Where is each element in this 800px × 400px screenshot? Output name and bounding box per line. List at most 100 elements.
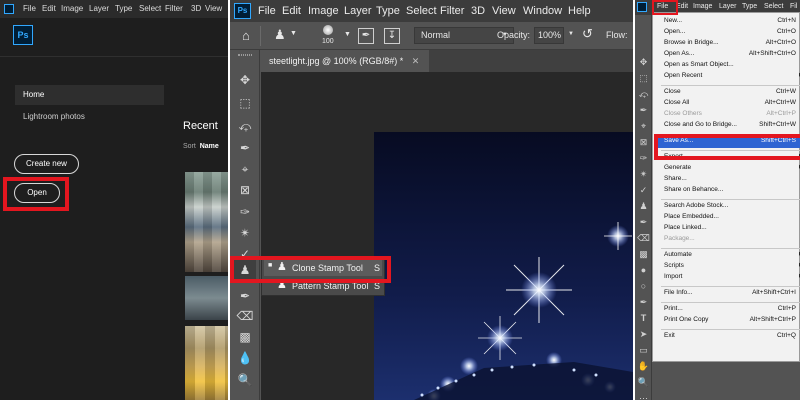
hand-tool-icon[interactable]: ✋ — [637, 361, 650, 372]
sort-value[interactable]: Name — [200, 143, 219, 150]
file-menu-item-scripts[interactable]: Scripts — [664, 262, 800, 273]
marquee-tool-icon[interactable]: ⬚ — [637, 73, 650, 84]
menu-select[interactable]: Select — [764, 3, 783, 10]
crop-tool-icon[interactable]: ⌖ — [637, 121, 650, 132]
menu-filter[interactable]: Fil — [790, 3, 797, 10]
dodge-tool-icon[interactable]: 🔍 — [236, 372, 254, 388]
menu-type[interactable]: Type — [376, 5, 400, 17]
file-menu-item-browse-in-bridge[interactable]: Browse in Bridge... Alt+Ctrl+O — [664, 39, 796, 50]
history-brush-tool-icon[interactable]: ✒ — [236, 288, 254, 304]
file-menu-item-new[interactable]: New... Ctrl+N — [664, 17, 796, 28]
eyedropper-tool-icon[interactable]: ✑ — [236, 204, 254, 220]
more-tools-icon[interactable]: ⋯ — [637, 393, 650, 400]
frame-tool-icon[interactable]: ⊠ — [236, 182, 254, 198]
file-menu-item-exit[interactable]: Exit Ctrl+Q — [664, 332, 796, 343]
menu-help[interactable]: Help — [568, 5, 591, 17]
file-menu-item-open-as-smart-object[interactable]: Open as Smart Object... — [664, 61, 796, 72]
menu-filter[interactable]: Filter — [165, 4, 183, 13]
sort-control[interactable]: Sort Name — [183, 143, 219, 150]
menu-select[interactable]: Select — [139, 4, 161, 13]
type-tool-icon[interactable]: T — [637, 313, 650, 324]
spot-healing-tool-icon[interactable]: ✴ — [236, 225, 254, 241]
brush-tool-icon[interactable]: ✓ — [637, 185, 650, 196]
file-menu-item-close-and-go-to-bridge[interactable]: Close and Go to Bridge... Shift+Ctrl+W — [664, 121, 796, 132]
file-menu-item-open[interactable]: Open... Ctrl+O — [664, 28, 796, 39]
file-menu-item-place-linked[interactable]: Place Linked... — [664, 224, 796, 235]
eraser-tool-icon[interactable]: ⌫ — [637, 233, 650, 244]
lasso-tool-icon[interactable]: ⤽ — [236, 118, 254, 134]
menu-layer[interactable]: Layer — [344, 5, 372, 17]
marquee-tool-icon[interactable]: ⬚ — [236, 95, 254, 111]
close-icon[interactable]: ✕ — [412, 56, 420, 66]
dodge-tool-icon[interactable]: ○ — [637, 281, 650, 292]
document-tab[interactable]: steetlight.jpg @ 100% (RGB/8#) * ✕ — [261, 50, 429, 72]
menu-window[interactable]: Window — [523, 5, 562, 17]
clone-stamp-tool-icon[interactable]: ♟ — [637, 201, 650, 212]
gradient-tool-icon[interactable]: ▩ — [637, 249, 650, 260]
brush-preview-icon[interactable] — [323, 25, 333, 35]
menu-filter[interactable]: Filter — [440, 5, 464, 17]
file-menu-item-open-recent[interactable]: Open Recent — [664, 72, 800, 83]
quick-selection-tool-icon[interactable]: ✒ — [236, 140, 254, 156]
clone-source-icon[interactable]: ↧ — [384, 28, 400, 44]
file-menu-item-generate[interactable]: Generate — [664, 164, 800, 175]
home-icon[interactable]: ⌂ — [242, 28, 250, 43]
file-menu-item-close[interactable]: Close Ctrl+W — [664, 88, 796, 99]
menu-edit[interactable]: Edit — [42, 4, 56, 13]
move-tool-icon[interactable]: ✥ — [637, 57, 650, 68]
quick-selection-tool-icon[interactable]: ✒ — [637, 105, 650, 116]
brush-settings-icon[interactable]: ✒ — [358, 28, 374, 44]
chevron-down-icon[interactable]: ▼ — [568, 31, 574, 37]
recent-file-thumbnail[interactable] — [185, 276, 228, 320]
menu-edit[interactable]: Edit — [282, 5, 301, 17]
clone-stamp-icon[interactable]: ♟ — [274, 27, 286, 43]
frame-tool-icon[interactable]: ⊠ — [637, 137, 650, 148]
spot-healing-tool-icon[interactable]: ✴ — [637, 169, 650, 180]
file-menu-item-print[interactable]: Print... Ctrl+P — [664, 305, 796, 316]
nav-lightroom-photos[interactable]: Lightroom photos — [23, 112, 85, 121]
file-menu-item-place-embedded[interactable]: Place Embedded... — [664, 213, 796, 224]
file-menu-item-search-adobe-stock[interactable]: Search Adobe Stock... — [664, 202, 796, 213]
menu-file[interactable]: File — [23, 4, 36, 13]
nav-home[interactable]: Home — [15, 85, 164, 105]
zoom-tool-icon[interactable]: 🔍 — [637, 377, 650, 388]
crop-tool-icon[interactable]: ⌖ — [236, 161, 254, 177]
rectangle-tool-icon[interactable]: ▭ — [637, 345, 650, 356]
file-menu-item-close-all[interactable]: Close All Alt+Ctrl+W — [664, 99, 796, 110]
history-brush-tool-icon[interactable]: ✒ — [637, 217, 650, 228]
move-tool-icon[interactable]: ✥ — [236, 72, 254, 88]
menu-3d[interactable]: 3D — [191, 4, 201, 13]
file-menu-item-print-one-copy[interactable]: Print One Copy Alt+Shift+Ctrl+P — [664, 316, 796, 327]
blur-tool-icon[interactable]: 💧 — [236, 350, 254, 366]
file-menu-item-share[interactable]: Share... — [664, 175, 796, 186]
menu-image[interactable]: Image — [308, 5, 339, 17]
open-button[interactable]: Open — [14, 183, 60, 203]
file-menu-item-open-as[interactable]: Open As... Alt+Shift+Ctrl+O — [664, 50, 796, 61]
lasso-tool-icon[interactable]: ⤽ — [637, 89, 650, 100]
blur-tool-icon[interactable]: ● — [637, 265, 650, 276]
menu-type[interactable]: Type — [115, 4, 132, 13]
menu-layer[interactable]: Layer — [719, 3, 737, 10]
chevron-down-icon[interactable]: ▼ — [344, 31, 351, 38]
file-menu-item-import[interactable]: Import — [664, 273, 800, 284]
opacity-input[interactable]: 100% — [534, 27, 564, 44]
menu-image[interactable]: Image — [61, 4, 83, 13]
path-selection-tool-icon[interactable]: ➤ — [637, 329, 650, 340]
menu-file[interactable]: File — [258, 5, 276, 17]
chevron-down-icon[interactable]: ▼ — [290, 30, 297, 37]
pen-tool-icon[interactable]: ✒ — [637, 297, 650, 308]
file-menu-item-automate[interactable]: Automate — [664, 251, 800, 262]
eyedropper-tool-icon[interactable]: ✑ — [637, 153, 650, 164]
menu-select[interactable]: Select — [406, 5, 437, 17]
menu-view[interactable]: View — [205, 4, 222, 13]
menu-view[interactable]: View — [492, 5, 516, 17]
create-new-button[interactable]: Create new — [14, 154, 79, 174]
gradient-tool-icon[interactable]: ▩ — [236, 329, 254, 345]
file-menu-item-share-on-behance[interactable]: Share on Behance... — [664, 186, 796, 197]
menu-3d[interactable]: 3D — [471, 5, 485, 17]
eraser-tool-icon[interactable]: ⌫ — [236, 308, 254, 324]
file-menu-item-file-info[interactable]: File Info... Alt+Shift+Ctrl+I — [664, 289, 796, 300]
pressure-opacity-icon[interactable]: ↺ — [582, 26, 593, 42]
menu-type[interactable]: Type — [742, 3, 757, 10]
menu-image[interactable]: Image — [693, 3, 712, 10]
